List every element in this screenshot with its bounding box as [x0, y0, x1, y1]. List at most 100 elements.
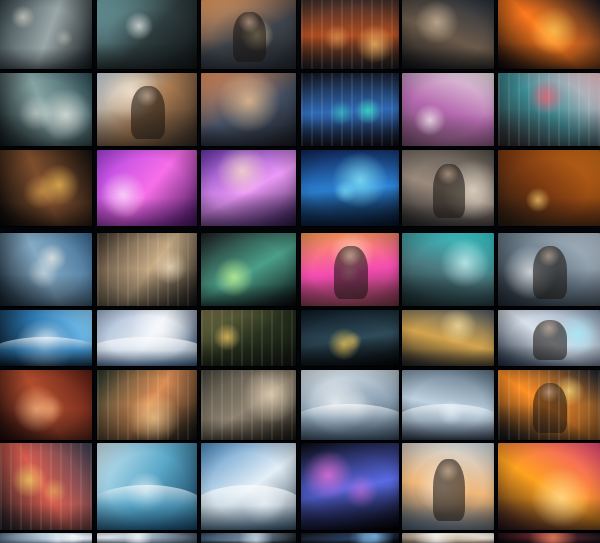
light-glow: [55, 28, 74, 47]
scene-layer: [0, 273, 92, 306]
terrain-overlay: [97, 336, 197, 366]
scene-layer: [498, 268, 600, 306]
tile-blue-nebula: [301, 150, 399, 226]
scene-layer: [402, 273, 494, 306]
tile-comic-panels: [498, 73, 600, 146]
texture-detail: [498, 73, 600, 146]
terrain-overlay: [97, 484, 197, 530]
scene-layer: [97, 197, 197, 226]
tile-particle-woman: [498, 310, 600, 366]
scene-layer: [0, 409, 92, 440]
light-glow: [437, 459, 459, 482]
scene-layer: [301, 187, 399, 226]
terrain-overlay: [201, 484, 296, 530]
tile-storefront: [201, 370, 296, 440]
tile-floating-plants: [201, 233, 296, 306]
tile-market-shelves: [402, 150, 494, 226]
texture-detail: [201, 370, 296, 440]
tile-misty-harbor: [0, 0, 92, 69]
texture-detail: [301, 73, 399, 146]
scene-layer: [0, 203, 92, 226]
scene-layer: [301, 539, 399, 543]
tile-portal-sphere: [301, 310, 399, 366]
scene-layer: [498, 345, 600, 366]
light-glow: [136, 85, 158, 108]
tile-sunlit-figure: [201, 0, 296, 69]
tile-red-dining-room: [0, 370, 92, 440]
tile-cloud-trail: [201, 150, 296, 226]
texture-detail: [498, 370, 600, 440]
texture-detail: [201, 310, 296, 366]
light-glow: [329, 233, 375, 276]
tile-inferno-cave: [498, 443, 600, 530]
light-glow: [124, 11, 154, 41]
scene-layer: [97, 537, 197, 543]
scene-layer: [301, 485, 399, 530]
tile-storm-lighthouse: [0, 73, 92, 146]
tile-smiling-girl: [402, 443, 494, 530]
tile-ocean-horizon: [301, 370, 399, 440]
tile-portrait-pink: [301, 233, 399, 306]
light-glow: [237, 11, 260, 34]
scene-layer: [498, 43, 600, 69]
tile-library: [97, 233, 197, 306]
tile-bottom-partial-5: [402, 533, 494, 543]
tile-bottom-partial-3: [201, 533, 296, 543]
tile-sea-eclipse: [0, 310, 92, 366]
tile-mountain-climber: [201, 443, 296, 530]
scene-layer: [201, 124, 296, 146]
texture-detail: [301, 0, 399, 69]
tile-sleeping-on-desk: [402, 73, 494, 146]
texture-detail: [0, 443, 92, 530]
light-glow: [538, 316, 560, 339]
tile-cosmic-ring: [301, 443, 399, 530]
texture-detail: [97, 370, 197, 440]
image-mosaic: [0, 0, 600, 543]
light-glow: [11, 5, 35, 30]
scene-layer: [301, 279, 399, 306]
tile-fireball: [498, 0, 600, 69]
scene-layer: [402, 113, 494, 146]
scene-layer: [201, 38, 296, 69]
scene-layer: [301, 337, 399, 366]
scene-layer: [97, 108, 197, 146]
scene-layer: [402, 48, 494, 69]
tile-burning-houses: [498, 370, 600, 440]
tile-portrait-grey: [498, 233, 600, 306]
scene-layer: [0, 113, 92, 146]
tile-desert-spire: [498, 150, 600, 226]
scene-layer: [0, 48, 92, 69]
scene-layer: [201, 284, 296, 306]
scene-layer: [201, 192, 296, 226]
tile-magenta-orb: [97, 150, 197, 226]
tile-pianist: [0, 233, 92, 306]
tile-snowy-range: [97, 310, 197, 366]
scene-layer: [97, 43, 197, 69]
tile-bottom-partial-4: [301, 533, 399, 543]
light-glow: [215, 150, 268, 197]
tile-dusk-mountains: [201, 73, 296, 146]
tile-trumpet-player: [97, 73, 197, 146]
light-glow: [439, 310, 478, 346]
tile-bottom-partial-6: [498, 533, 600, 543]
light-glow: [37, 163, 80, 206]
tile-figure-on-couch: [402, 0, 494, 69]
scene-layer: [498, 537, 600, 543]
tile-giant-wave: [97, 443, 197, 530]
tile-cyan-room: [402, 233, 494, 306]
scene-layer: [402, 538, 494, 543]
tile-golden-field: [402, 310, 494, 366]
light-glow: [414, 0, 459, 45]
terrain-overlay: [301, 403, 399, 440]
tile-glowing-machine: [0, 150, 92, 226]
light-glow: [339, 245, 361, 268]
tile-foam-waves: [402, 370, 494, 440]
tile-bottom-partial-2: [97, 533, 197, 543]
terrain-overlay: [402, 403, 494, 440]
tile-neon-streets: [301, 0, 399, 69]
light-glow: [36, 242, 67, 273]
tile-bottom-partial-1: [0, 533, 92, 543]
scene-layer: [402, 503, 494, 530]
tile-cyber-night: [301, 73, 399, 146]
tile-wave-city: [97, 0, 197, 69]
